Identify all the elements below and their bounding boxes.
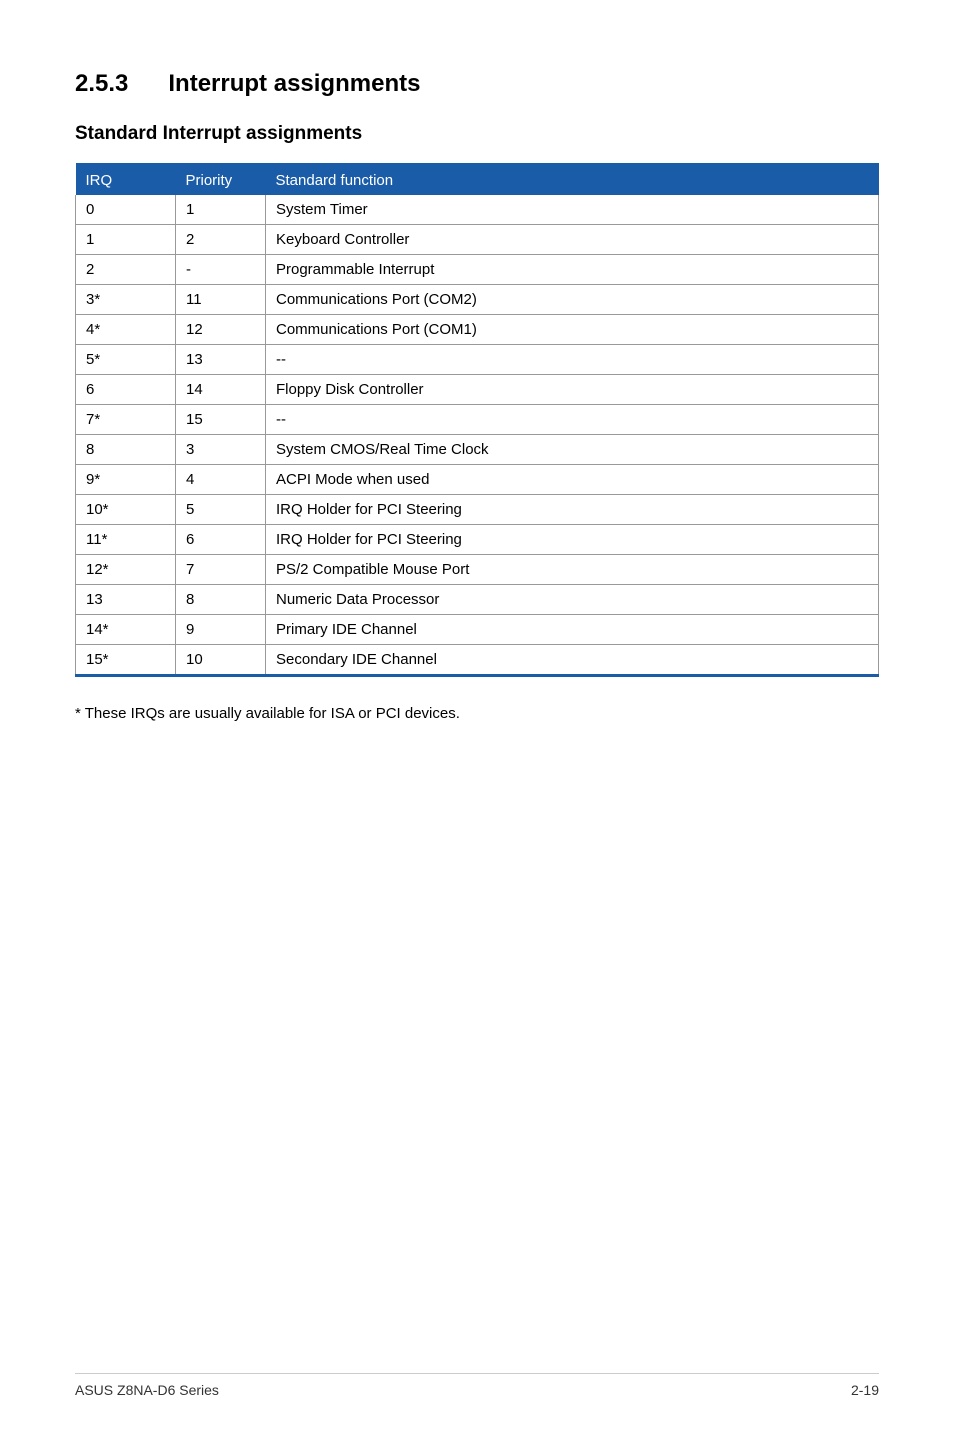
cell-function: -- (266, 405, 879, 435)
table-row: 5* 13 -- (76, 345, 879, 375)
table-row: 1 2 Keyboard Controller (76, 225, 879, 255)
cell-irq: 10* (76, 495, 176, 525)
cell-irq: 15* (76, 645, 176, 676)
cell-function: Secondary IDE Channel (266, 645, 879, 676)
cell-irq: 7* (76, 405, 176, 435)
cell-irq: 12* (76, 555, 176, 585)
cell-priority: 9 (176, 615, 266, 645)
table-row: 13 8 Numeric Data Processor (76, 585, 879, 615)
header-irq: IRQ (76, 165, 176, 196)
cell-priority: 2 (176, 225, 266, 255)
cell-function: Keyboard Controller (266, 225, 879, 255)
table-row: 14* 9 Primary IDE Channel (76, 615, 879, 645)
table-row: 15* 10 Secondary IDE Channel (76, 645, 879, 676)
footnote: * These IRQs are usually available for I… (75, 705, 879, 722)
table-row: 6 14 Floppy Disk Controller (76, 375, 879, 405)
cell-irq: 1 (76, 225, 176, 255)
section-title: Interrupt assignments (168, 70, 420, 97)
cell-irq: 9* (76, 465, 176, 495)
page-footer: ASUS Z8NA-D6 Series 2-19 (75, 1373, 879, 1398)
table-row: 9* 4 ACPI Mode when used (76, 465, 879, 495)
cell-irq: 14* (76, 615, 176, 645)
table-row: 10* 5 IRQ Holder for PCI Steering (76, 495, 879, 525)
table-row: 7* 15 -- (76, 405, 879, 435)
cell-priority: 8 (176, 585, 266, 615)
table-row: 0 1 System Timer (76, 195, 879, 225)
cell-irq: 13 (76, 585, 176, 615)
cell-priority: 10 (176, 645, 266, 676)
cell-function: System Timer (266, 195, 879, 225)
cell-priority: 4 (176, 465, 266, 495)
cell-irq: 11* (76, 525, 176, 555)
cell-function: -- (266, 345, 879, 375)
section-heading: 2.5.3 Interrupt assignments (75, 70, 879, 98)
cell-function: ACPI Mode when used (266, 465, 879, 495)
cell-priority: 6 (176, 525, 266, 555)
cell-function: IRQ Holder for PCI Steering (266, 525, 879, 555)
cell-irq: 3* (76, 285, 176, 315)
cell-function: System CMOS/Real Time Clock (266, 435, 879, 465)
cell-priority: 5 (176, 495, 266, 525)
footer-right: 2-19 (851, 1382, 879, 1398)
cell-priority: 12 (176, 315, 266, 345)
section-number: 2.5.3 (75, 70, 128, 97)
cell-irq: 6 (76, 375, 176, 405)
subheading: Standard Interrupt assignments (75, 123, 879, 145)
cell-priority: 14 (176, 375, 266, 405)
table-row: 11* 6 IRQ Holder for PCI Steering (76, 525, 879, 555)
cell-function: IRQ Holder for PCI Steering (266, 495, 879, 525)
cell-irq: 8 (76, 435, 176, 465)
cell-function: Floppy Disk Controller (266, 375, 879, 405)
cell-function: PS/2 Compatible Mouse Port (266, 555, 879, 585)
cell-function: Primary IDE Channel (266, 615, 879, 645)
cell-function: Numeric Data Processor (266, 585, 879, 615)
table-row: 8 3 System CMOS/Real Time Clock (76, 435, 879, 465)
cell-priority: 1 (176, 195, 266, 225)
irq-table: IRQ Priority Standard function 0 1 Syste… (75, 163, 879, 677)
cell-irq: 2 (76, 255, 176, 285)
cell-priority: - (176, 255, 266, 285)
cell-priority: 3 (176, 435, 266, 465)
cell-function: Programmable Interrupt (266, 255, 879, 285)
header-function: Standard function (266, 165, 879, 196)
table-row: 12* 7 PS/2 Compatible Mouse Port (76, 555, 879, 585)
table-row: 3* 11 Communications Port (COM2) (76, 285, 879, 315)
cell-function: Communications Port (COM2) (266, 285, 879, 315)
cell-function: Communications Port (COM1) (266, 315, 879, 345)
cell-irq: 0 (76, 195, 176, 225)
cell-priority: 13 (176, 345, 266, 375)
table-row: 4* 12 Communications Port (COM1) (76, 315, 879, 345)
cell-priority: 7 (176, 555, 266, 585)
footer-left: ASUS Z8NA-D6 Series (75, 1382, 219, 1398)
table-row: 2 - Programmable Interrupt (76, 255, 879, 285)
cell-irq: 5* (76, 345, 176, 375)
cell-irq: 4* (76, 315, 176, 345)
cell-priority: 11 (176, 285, 266, 315)
cell-priority: 15 (176, 405, 266, 435)
header-priority: Priority (176, 165, 266, 196)
